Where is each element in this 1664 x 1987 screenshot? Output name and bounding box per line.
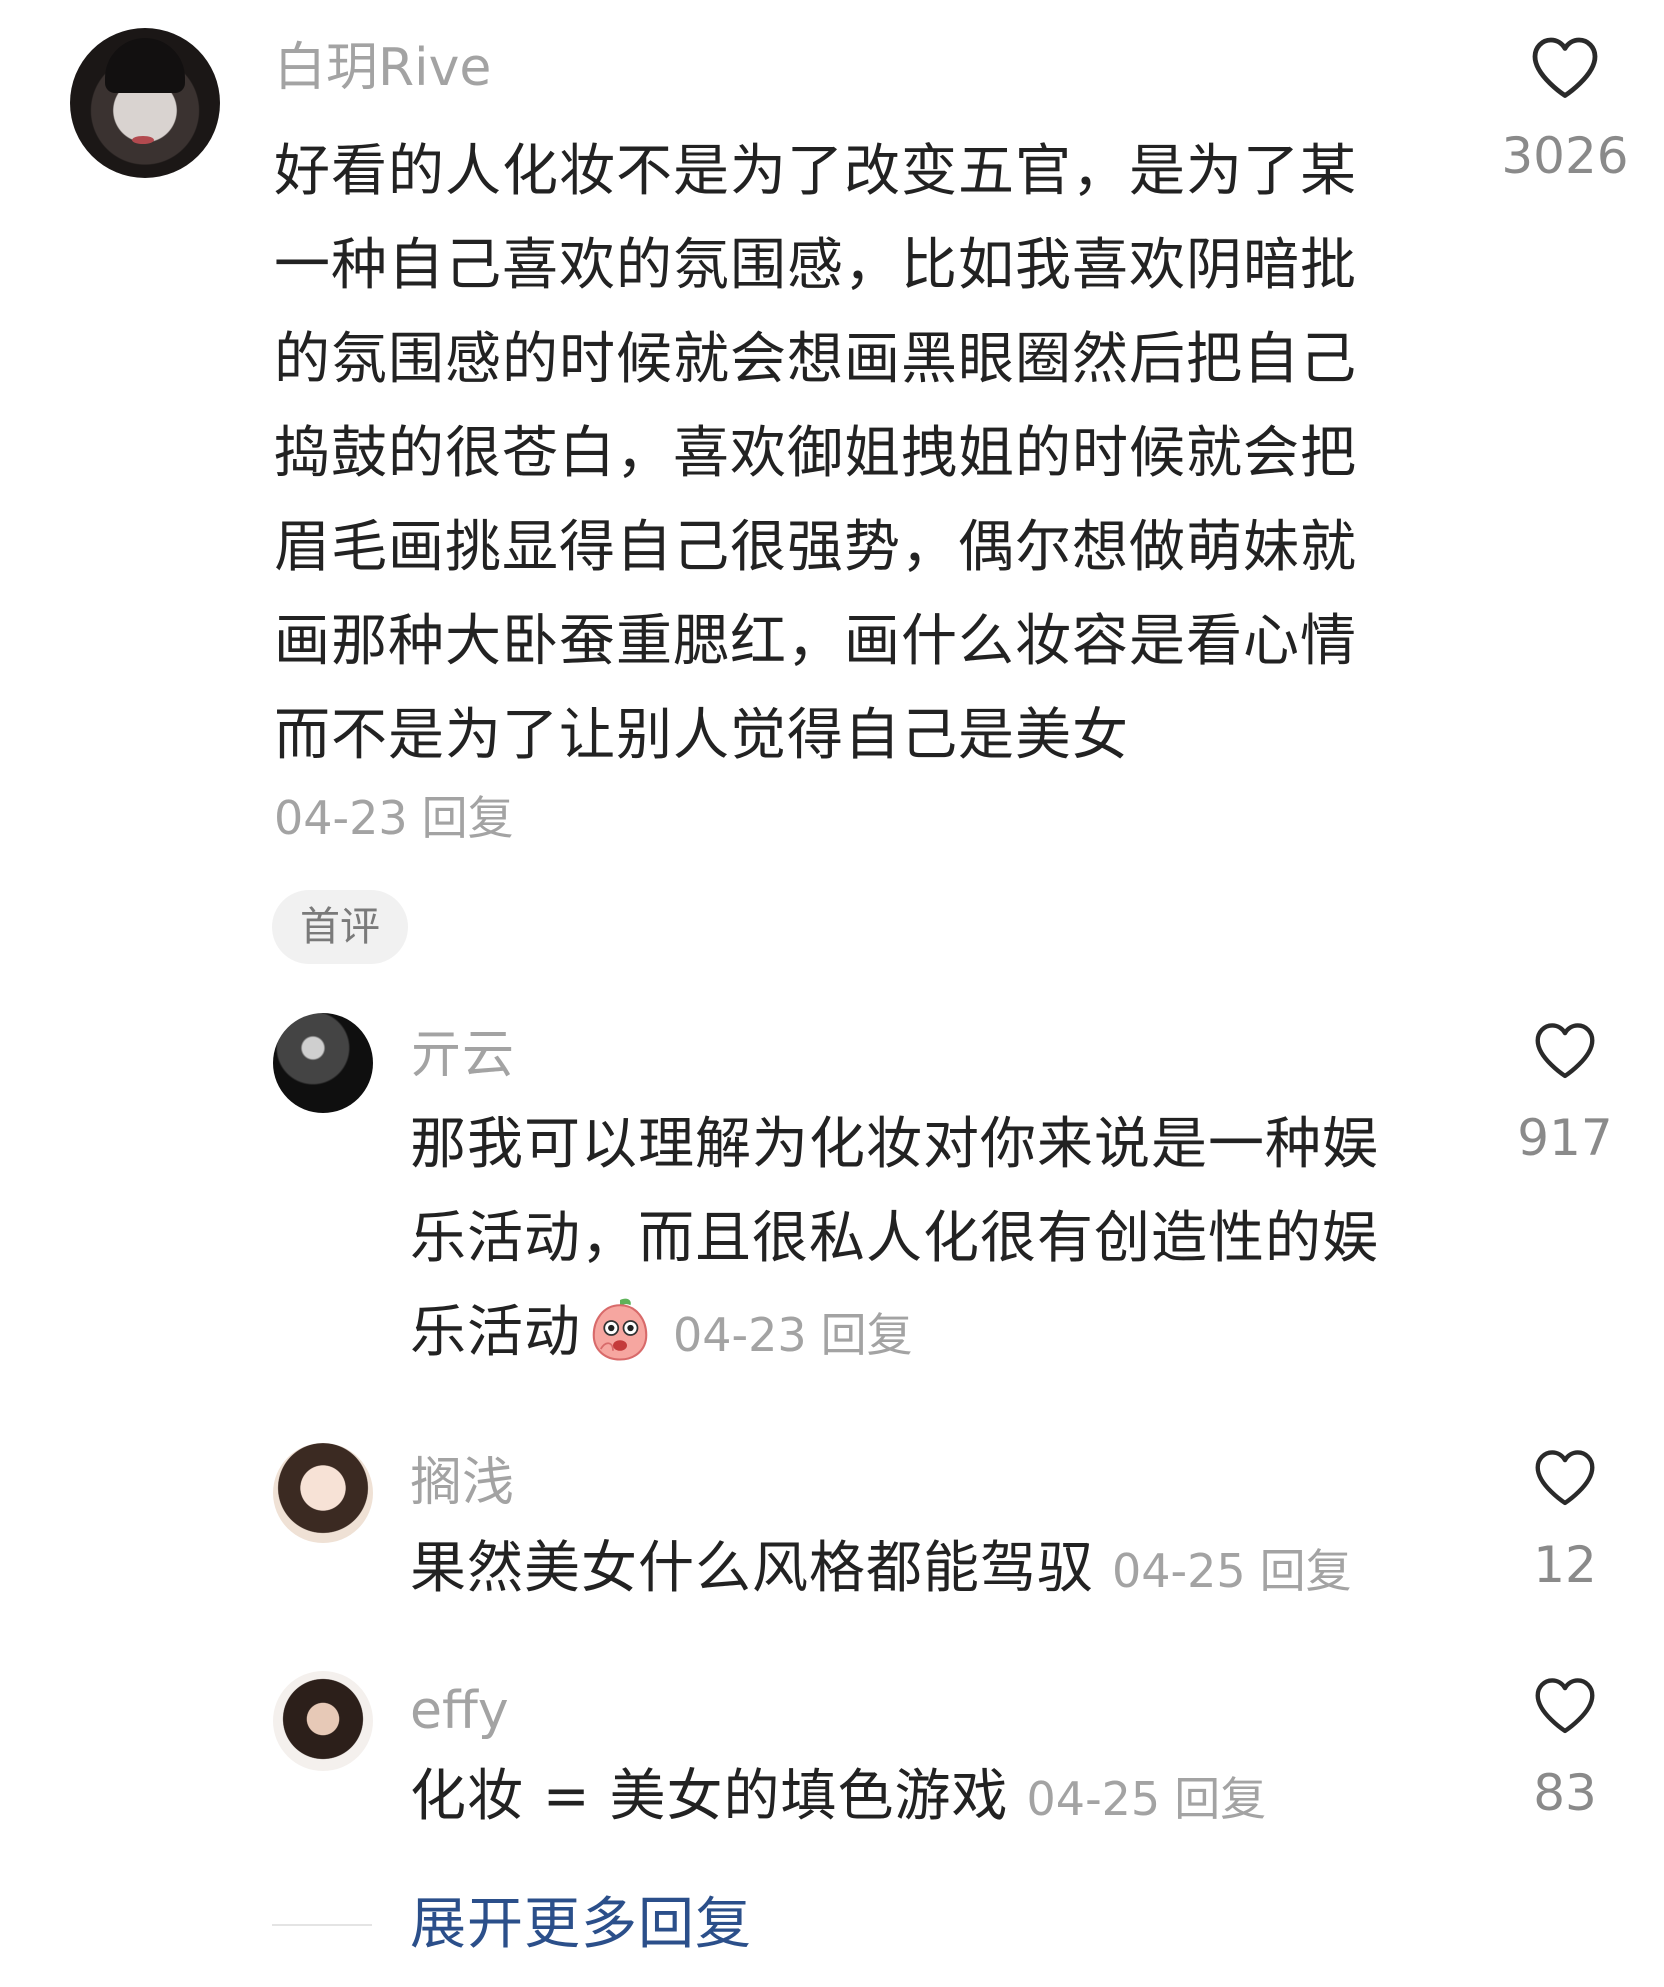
reply-text-line: 那我可以理解为化妆对你来说是一种娱: [410, 1112, 1379, 1177]
reply-text-line-end: 乐活动: [410, 1300, 581, 1365]
reply-avatar[interactable]: [273, 1013, 373, 1113]
reply-button[interactable]: 回复: [422, 791, 514, 845]
comment-text-line: 眉毛画挑显得自己很强势，偶尔想做萌妹就: [274, 515, 1357, 580]
reply-text-line: 乐活动 04-23 回复: [410, 1286, 1379, 1382]
comment-text-line: 的氛围感的时候就会想画黑眼圈然后把自己: [274, 327, 1357, 392]
comment-text-line: 好看的人化妆不是为了改变五官，是为了某: [274, 139, 1357, 204]
reply-text: 化妆 = 美女的填色游戏 04-25 回复: [410, 1750, 1266, 1846]
heart-outline-icon[interactable]: [1532, 1675, 1598, 1735]
reply-date: 04-25: [1112, 1544, 1246, 1598]
commenter-username[interactable]: 白玥Rive: [274, 38, 491, 98]
reply-username[interactable]: 搁浅: [410, 1453, 514, 1513]
peach-emoji-icon: [592, 1298, 648, 1361]
like-count: 83: [1533, 1764, 1597, 1822]
comment-text-line: 一种自己喜欢的氛围感，比如我喜欢阴暗批: [274, 233, 1357, 298]
reply-meta: 04-25 回复: [1112, 1544, 1352, 1598]
reply-button[interactable]: 回复: [821, 1308, 913, 1362]
comment-date: 04-23: [274, 791, 408, 845]
heart-outline-icon[interactable]: [1532, 1020, 1598, 1080]
heart-outline-icon[interactable]: [1532, 1447, 1598, 1507]
reply-text-body: 化妆 = 美女的填色游戏: [410, 1764, 1009, 1829]
reply-text: 那我可以理解为化妆对你来说是一种娱 乐活动，而且很私人化很有创造性的娱 乐活动 …: [410, 1098, 1379, 1382]
reply-username[interactable]: effy: [410, 1681, 509, 1741]
reply-date: 04-25: [1026, 1772, 1161, 1826]
comment-text-line: 画那种大卧蚕重腮红，画什么妆容是看心情: [274, 609, 1357, 674]
comment-text-line: 捣鼓的很苍白，喜欢御姐拽姐的时候就会把: [274, 421, 1357, 486]
divider-line: [272, 1924, 372, 1926]
reply-text-line: 乐活动，而且很私人化很有创造性的娱: [410, 1206, 1379, 1271]
commenter-avatar[interactable]: [70, 28, 220, 178]
reply-avatar[interactable]: [273, 1443, 373, 1543]
like-button[interactable]: 83: [1505, 1675, 1625, 1823]
comment-meta: 04-23 回复: [274, 790, 514, 846]
first-comment-badge: 首评: [272, 890, 408, 964]
comment-text: 好看的人化妆不是为了改变五官，是为了某 一种自己喜欢的氛围感，比如我喜欢阴暗批 …: [274, 125, 1404, 783]
reply-text-body: 果然美女什么风格都能驾驭: [410, 1536, 1094, 1601]
reply-button[interactable]: 回复: [1260, 1544, 1352, 1598]
heart-outline-icon[interactable]: [1529, 34, 1601, 100]
reply-username[interactable]: 亓云: [410, 1025, 514, 1085]
like-count: 12: [1533, 1536, 1597, 1594]
reply-button[interactable]: 回复: [1174, 1772, 1266, 1826]
expand-more-replies-label[interactable]: 展开更多回复: [410, 1890, 752, 1960]
like-button[interactable]: 917: [1505, 1020, 1625, 1168]
reply-avatar[interactable]: [273, 1671, 373, 1771]
like-button[interactable]: 3026: [1500, 34, 1630, 186]
reply-meta: 04-23 回复: [673, 1308, 913, 1362]
like-count: 3026: [1501, 127, 1629, 185]
like-button[interactable]: 12: [1505, 1447, 1625, 1595]
like-count: 917: [1517, 1109, 1613, 1167]
reply-meta: 04-25 回复: [1027, 1772, 1267, 1826]
comment-text-line: 而不是为了让别人觉得自己是美女: [274, 703, 1129, 768]
reply-text: 果然美女什么风格都能驾驭 04-25 回复: [410, 1522, 1352, 1618]
expand-more-replies[interactable]: 展开更多回复: [272, 1890, 872, 1960]
reply-date: 04-23: [673, 1308, 807, 1362]
